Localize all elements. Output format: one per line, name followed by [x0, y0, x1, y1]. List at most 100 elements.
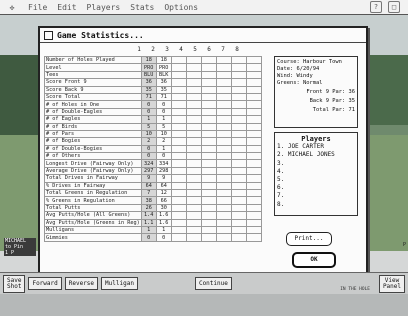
stats-row: Longest Drive (Fairway Only) 324 334 [44, 159, 262, 168]
menu-stats[interactable]: Stats [130, 3, 154, 12]
player-entry: 3. [277, 159, 285, 167]
help-icon[interactable]: ? [370, 1, 382, 13]
empty-player-cell [230, 92, 247, 102]
empty-player-cell [230, 159, 247, 168]
empty-player-cell [185, 78, 202, 87]
player-2-value: 1 [155, 115, 172, 124]
empty-player-cell [245, 122, 262, 131]
empty-player-cell [230, 189, 247, 198]
stats-row: # of Pars 10 10 [44, 129, 262, 139]
empty-player-cell [215, 63, 232, 72]
empty-player-cell [170, 159, 187, 168]
empty-player-cell [245, 85, 262, 94]
stat-label: # of Eagles [44, 115, 142, 124]
empty-player-cell [200, 152, 217, 161]
empty-player-cell [200, 211, 217, 220]
forward-button[interactable]: Forward [28, 277, 62, 290]
player-2-value: 0 [155, 152, 172, 161]
empty-player-cell [245, 107, 262, 117]
empty-player-cell [245, 100, 262, 109]
game-screen: ✤ File Edit Players Stats Options ? □ MI… [0, 0, 408, 316]
empty-player-cell [230, 137, 247, 146]
statistics-table: Number of Holes Played 18 18 Level PRO PRO Tee… [44, 55, 262, 242]
view-panel-button[interactable]: View Panel [378, 274, 405, 293]
player-2-value: BLK [155, 70, 172, 80]
menu-options[interactable]: Options [164, 3, 198, 12]
empty-player-cell [170, 129, 187, 139]
player-1-value: 0 [140, 144, 157, 154]
empty-player-cell [185, 152, 202, 161]
column-header: 1 [137, 46, 141, 53]
stat-label: Avg Putts/Hole (Greens in Reg) [44, 218, 142, 228]
player-1-value: 5 [140, 122, 157, 131]
player-2-value: 10 [155, 129, 172, 139]
player-1-value: 0 [140, 107, 157, 117]
empty-player-cell [230, 144, 247, 154]
empty-player-cell [170, 189, 187, 198]
empty-player-cell [200, 181, 217, 191]
empty-player-cell [215, 92, 232, 102]
greens-condition: Greens: Normal [277, 80, 323, 86]
empty-player-cell [185, 144, 202, 154]
empty-player-cell [200, 63, 217, 72]
stat-label: Total Drives in Fairway [44, 174, 142, 183]
menu-edit[interactable]: Edit [57, 3, 76, 12]
stat-label: % Greens in Regulation [44, 196, 142, 205]
player-2-value: 1 [155, 225, 172, 235]
menubar-right-icons: ? □ [370, 1, 400, 13]
stats-row: # of Eagles 1 1 [44, 115, 262, 124]
empty-player-cell [245, 159, 262, 168]
empty-player-cell [215, 100, 232, 109]
players-list: Players 1. JOE CARTER 2. MICHAEL JONES 3… [274, 132, 358, 216]
right-info-label: P [402, 242, 406, 248]
ok-button[interactable]: OK [292, 252, 336, 268]
empty-player-cell [245, 152, 262, 161]
stat-label: Gimmies [44, 233, 142, 242]
empty-player-cell [245, 63, 262, 72]
stats-row: # of Double-Eagles 0 0 [44, 107, 262, 117]
empty-player-cell [245, 189, 262, 198]
continue-button[interactable]: Continue [194, 277, 232, 290]
player-2-value: 71 [155, 92, 172, 102]
player-1-value: 18 [140, 55, 157, 65]
empty-player-cell [170, 100, 187, 109]
player-2-value: 35 [155, 85, 172, 94]
player-2-value: 0 [155, 107, 172, 117]
empty-player-cell [170, 85, 187, 94]
stat-label: Total Putts [44, 203, 142, 213]
player-1-value: 2 [140, 137, 157, 146]
player-2-value: 30 [155, 203, 172, 213]
column-header: 8 [235, 46, 239, 53]
apple-menu-icon[interactable]: ✤ [6, 3, 18, 12]
player-2-value: 1.6 [155, 218, 172, 228]
bottom-toolbar: Save Shot Forward Reverse Mulligan Conti… [0, 272, 408, 294]
mulligan-button[interactable]: Mulligan [101, 277, 138, 290]
empty-player-cell [215, 181, 232, 191]
empty-player-cell [170, 55, 187, 65]
empty-player-cell [170, 203, 187, 213]
stats-row: # of Double-Bogies 0 1 [44, 144, 262, 154]
empty-player-cell [245, 144, 262, 154]
empty-player-cell [200, 129, 217, 139]
stat-label: Tees [44, 70, 142, 80]
menu-file[interactable]: File [28, 3, 47, 12]
empty-player-cell [185, 63, 202, 72]
column-header: 7 [221, 46, 225, 53]
player-entry: 7. [277, 192, 285, 200]
reverse-button[interactable]: Reverse [64, 277, 99, 290]
game-date: Date: 6/20/94 [277, 66, 320, 72]
stats-row: Total Putts 26 30 [44, 203, 262, 213]
empty-player-cell [230, 218, 247, 228]
empty-player-cell [200, 78, 217, 87]
empty-player-cell [185, 189, 202, 198]
save-shot-button[interactable]: Save Shot [3, 274, 26, 293]
stats-row: Mulligans 1 1 [44, 225, 262, 235]
empty-player-cell [215, 196, 232, 205]
print-button[interactable]: Print... [286, 232, 332, 246]
app-switcher-icon[interactable]: □ [388, 1, 400, 13]
close-box-icon[interactable] [44, 30, 53, 40]
empty-player-cell [170, 225, 187, 235]
empty-player-cell [230, 100, 247, 109]
menu-players[interactable]: Players [87, 3, 121, 12]
stat-label: Mulligans [44, 225, 142, 235]
